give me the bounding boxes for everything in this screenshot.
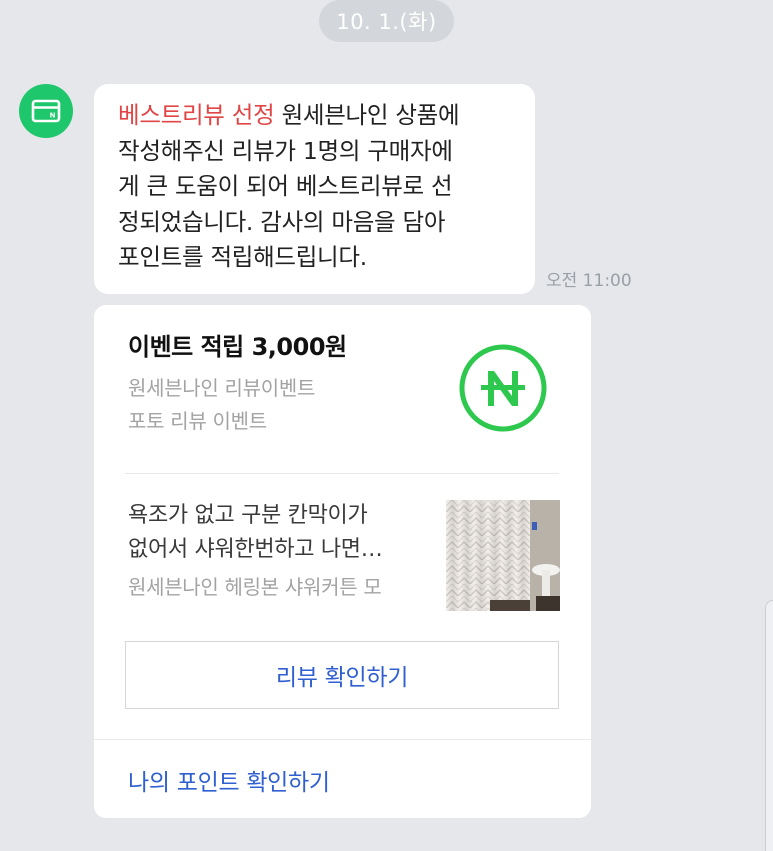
card-divider bbox=[125, 473, 559, 474]
card-title: 이벤트 적립 3,000원 bbox=[128, 333, 347, 361]
message-line-2: 작성해주신 리뷰가 1명의 구매자에 bbox=[118, 136, 453, 165]
review-product-name: 원세븐나인 헤링본 샤워커튼 모 bbox=[128, 575, 382, 599]
card-footer-divider bbox=[94, 739, 591, 740]
overlapping-panel-edge bbox=[765, 600, 773, 851]
message-line-1: 베스트리뷰 선정 원세븐나인 상품에 bbox=[118, 98, 515, 134]
points-card: 이벤트 적립 3,000원 원세븐나인 리뷰이벤트 포토 리뷰 이벤트 욕조가 … bbox=[94, 305, 591, 818]
review-snippet-line-1: 욕조가 없고 구분 칸막이가 bbox=[128, 503, 368, 528]
naver-pay-n-icon bbox=[459, 344, 547, 432]
wallet-icon: N bbox=[31, 99, 61, 123]
message-line-5: 포인트를 적립해드립니다. bbox=[118, 243, 367, 271]
card-subtitle-type: 포토 리뷰 이벤트 bbox=[128, 409, 267, 433]
message-bubble: 베스트리뷰 선정 원세븐나인 상품에 작성해주신 리뷰가 1명의 구매자에 게 … bbox=[94, 84, 535, 294]
review-snippet[interactable]: 욕조가 없고 구분 칸막이가 없어서 샤워한번하고 나면… bbox=[128, 499, 428, 567]
best-review-highlight: 베스트리뷰 선정 bbox=[118, 101, 275, 129]
message-line-4: 정되었습니다. 감사의 마음을 담아 bbox=[118, 207, 446, 236]
shower-curtain-photo[interactable] bbox=[446, 500, 560, 611]
my-points-link[interactable]: 나의 포인트 확인하기 bbox=[128, 763, 330, 797]
review-snippet-line-2: 없어서 샤워한번하고 나면… bbox=[128, 537, 383, 562]
review-confirm-button[interactable]: 리뷰 확인하기 bbox=[125, 641, 559, 709]
date-separator: 10. 1.(화) bbox=[319, 0, 454, 42]
svg-text:N: N bbox=[50, 112, 56, 120]
sender-avatar[interactable]: N bbox=[19, 84, 73, 138]
card-subtitle-event: 원세븐나인 리뷰이벤트 bbox=[128, 376, 316, 400]
message-line-3: 게 큰 도움이 되어 베스트리뷰로 선 bbox=[118, 172, 453, 200]
message-timestamp: 오전 11:00 bbox=[546, 271, 632, 291]
message-line-1-rest: 원세븐나인 상품에 bbox=[281, 101, 460, 129]
